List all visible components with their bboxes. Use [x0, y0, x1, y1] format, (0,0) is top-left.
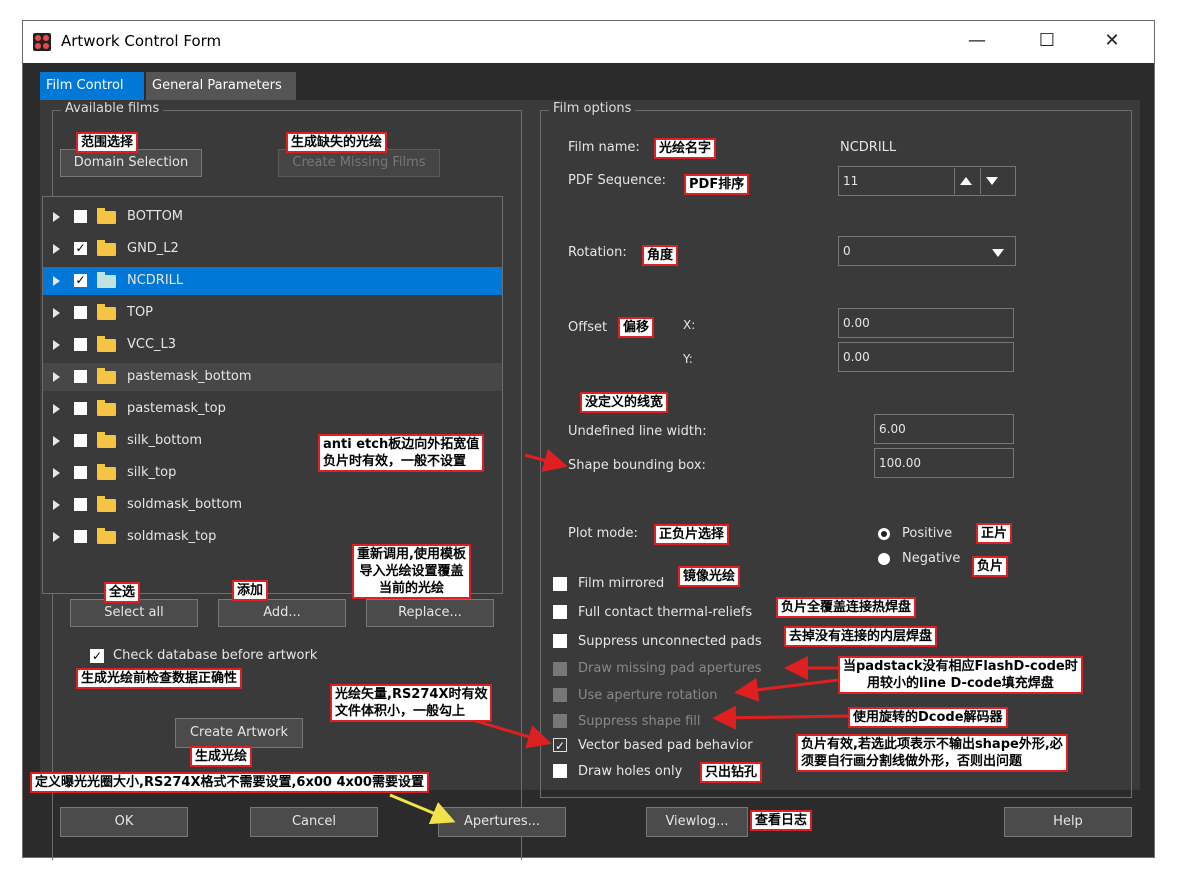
annotation-check-db: 生成光绘前检查数据正确性	[76, 668, 243, 689]
annotation-plot: 正负片选择	[654, 524, 730, 545]
annotation-negative: 负片	[972, 556, 1009, 577]
annotation-select-all: 全选	[104, 582, 141, 603]
annotation-mirror: 镜像光绘	[678, 566, 741, 587]
annotation-suppress: 去掉没有连接的内层焊盘	[784, 626, 938, 647]
annotation-holes: 只出钻孔	[700, 762, 763, 783]
annotation-undef: 没定义的线宽	[580, 392, 669, 413]
annotation-missing: 生成缺失的光绘	[286, 132, 388, 153]
annotation-draw-missing: 当padstack没有相应FlashD-code时 用较小的line D-cod…	[838, 656, 1083, 694]
annotation-replace: 重新调用,使用模板 导入光绘设置覆盖 当前的光绘	[352, 544, 471, 599]
annotation-film-name: 光绘名字	[654, 138, 717, 159]
annotation-domain: 范围选择	[76, 132, 139, 153]
annotation-apertures: 定义曝光光圈大小,RS274X格式不需要设置,6x00 4x00需要设置	[30, 772, 429, 793]
annotation-pdf: PDF排序	[684, 174, 750, 195]
annotation-bbox: anti etch板边向外拓宽值 负片时有效，一般不设置	[318, 434, 485, 472]
annotation-full-contact: 负片全覆盖连接热焊盘	[776, 597, 917, 618]
annotation-vector: 光绘矢量,RS274X时有效 文件体积小，一般勾上	[330, 684, 493, 722]
annotation-viewlog: 查看日志	[750, 810, 813, 831]
annotation-use-rotation: 使用旋转的Dcode解码器	[848, 707, 1008, 728]
annotation-add: 添加	[232, 580, 269, 601]
annotation-offset: 偏移	[618, 317, 655, 338]
annotation-suppress-fill: 负片有效,若选此项表示不输出shape外形,必 须要自行画分割线做外形，否则出问…	[796, 734, 1068, 772]
annotation-create: 生成光绘	[190, 746, 253, 767]
annotation-rotation: 角度	[642, 245, 679, 266]
annotation-positive: 正片	[976, 523, 1013, 544]
